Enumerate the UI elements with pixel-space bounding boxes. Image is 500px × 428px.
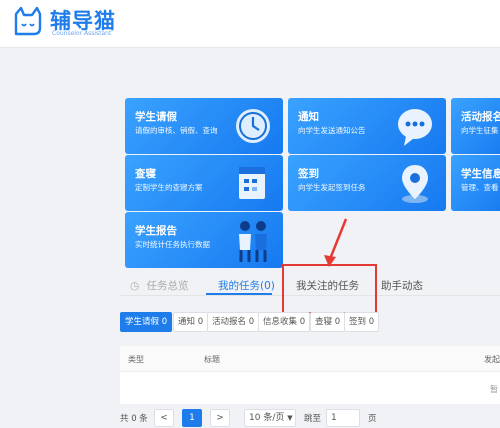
card-desc: 向学生征集 [461,126,499,135]
tab-my-tasks[interactable]: 我的任务(0) [218,278,275,293]
brand-subtitle: Counselor Assistant [52,30,112,37]
next-page-button[interactable]: > [210,409,230,427]
page-unit: 页 [368,414,377,424]
filter-activity-signup[interactable]: 活动报名 0 [207,312,260,332]
task-table-header: 类型 标题 发起 [120,346,500,372]
clock-icon: ◷ [130,280,140,292]
card-desc: 向学生发起签到任务 [298,183,366,192]
card-title: 签到 [298,168,319,180]
card-activity-signup[interactable]: 活动报名 向学生征集 [451,98,500,154]
chevron-down-icon: ▼ [287,414,293,422]
clock-icon [236,109,270,143]
prev-page-button[interactable]: < [154,409,174,427]
card-check-in[interactable]: 签到 向学生发起签到任务 [288,155,446,211]
goto-label: 跳至 [304,414,322,424]
filter-dorm-check[interactable]: 查寝 0 [310,312,346,332]
empty-state-text: 暂 [490,385,498,394]
filter-notification[interactable]: 通知 0 [173,312,209,332]
card-title: 查寝 [135,168,156,180]
tab-assistant-feed[interactable]: 助手动态 [381,278,423,293]
cat-logo-icon [14,6,42,36]
card-title: 学生信息 [461,168,500,180]
card-title: 活动报名 [461,111,500,123]
chat-bubble-icon [398,109,432,146]
filter-info-collection[interactable]: 信息收集 0 [258,312,311,332]
card-notification[interactable]: 通知 向学生发送通知公告 [288,98,446,154]
page-number-current[interactable]: 1 [182,409,202,427]
location-pin-icon [402,165,428,203]
card-title: 学生请假 [135,111,177,123]
page-size-select[interactable]: 10 条/页 ▼ [244,409,296,427]
tab-task-overview[interactable]: ◷ 任务总览 [130,278,189,293]
card-desc: 请假的审核、销假、查询 [135,126,218,135]
calendar-icon [239,167,265,199]
filter-check-in[interactable]: 签到 0 [344,312,380,332]
card-student-leave[interactable]: 学生请假 请假的审核、销假、查询 [125,98,283,154]
card-desc: 定制学生的查寝方案 [135,183,203,192]
annotation-highlight-box [282,264,377,314]
goto-page-input[interactable]: 1 [326,409,360,427]
column-type: 类型 [128,355,144,364]
column-initiator: 发起 [484,355,500,364]
card-desc: 向学生发送通知公告 [298,126,366,135]
card-title: 学生报告 [135,225,177,237]
task-table-body: 暂 [120,372,500,404]
card-student-report[interactable]: 学生报告 实时统计任务执行数据 [125,212,283,268]
card-desc: 实时统计任务执行数据 [135,240,210,249]
total-count: 共 0 条 [120,414,148,424]
page-size-value: 10 条/页 [249,413,285,423]
card-student-info[interactable]: 学生信息 管理、查看 [451,155,500,211]
top-bar: 辅导猫 Counselor Assistant [0,0,500,48]
card-title: 通知 [298,111,319,123]
column-title: 标题 [204,355,220,364]
people-icon [239,221,267,262]
card-dorm-check[interactable]: 查寝 定制学生的查寝方案 [125,155,283,211]
card-desc: 管理、查看 [461,183,499,192]
tab-label: 任务总览 [146,280,189,292]
filter-student-leave[interactable]: 学生请假 0 [120,312,173,332]
